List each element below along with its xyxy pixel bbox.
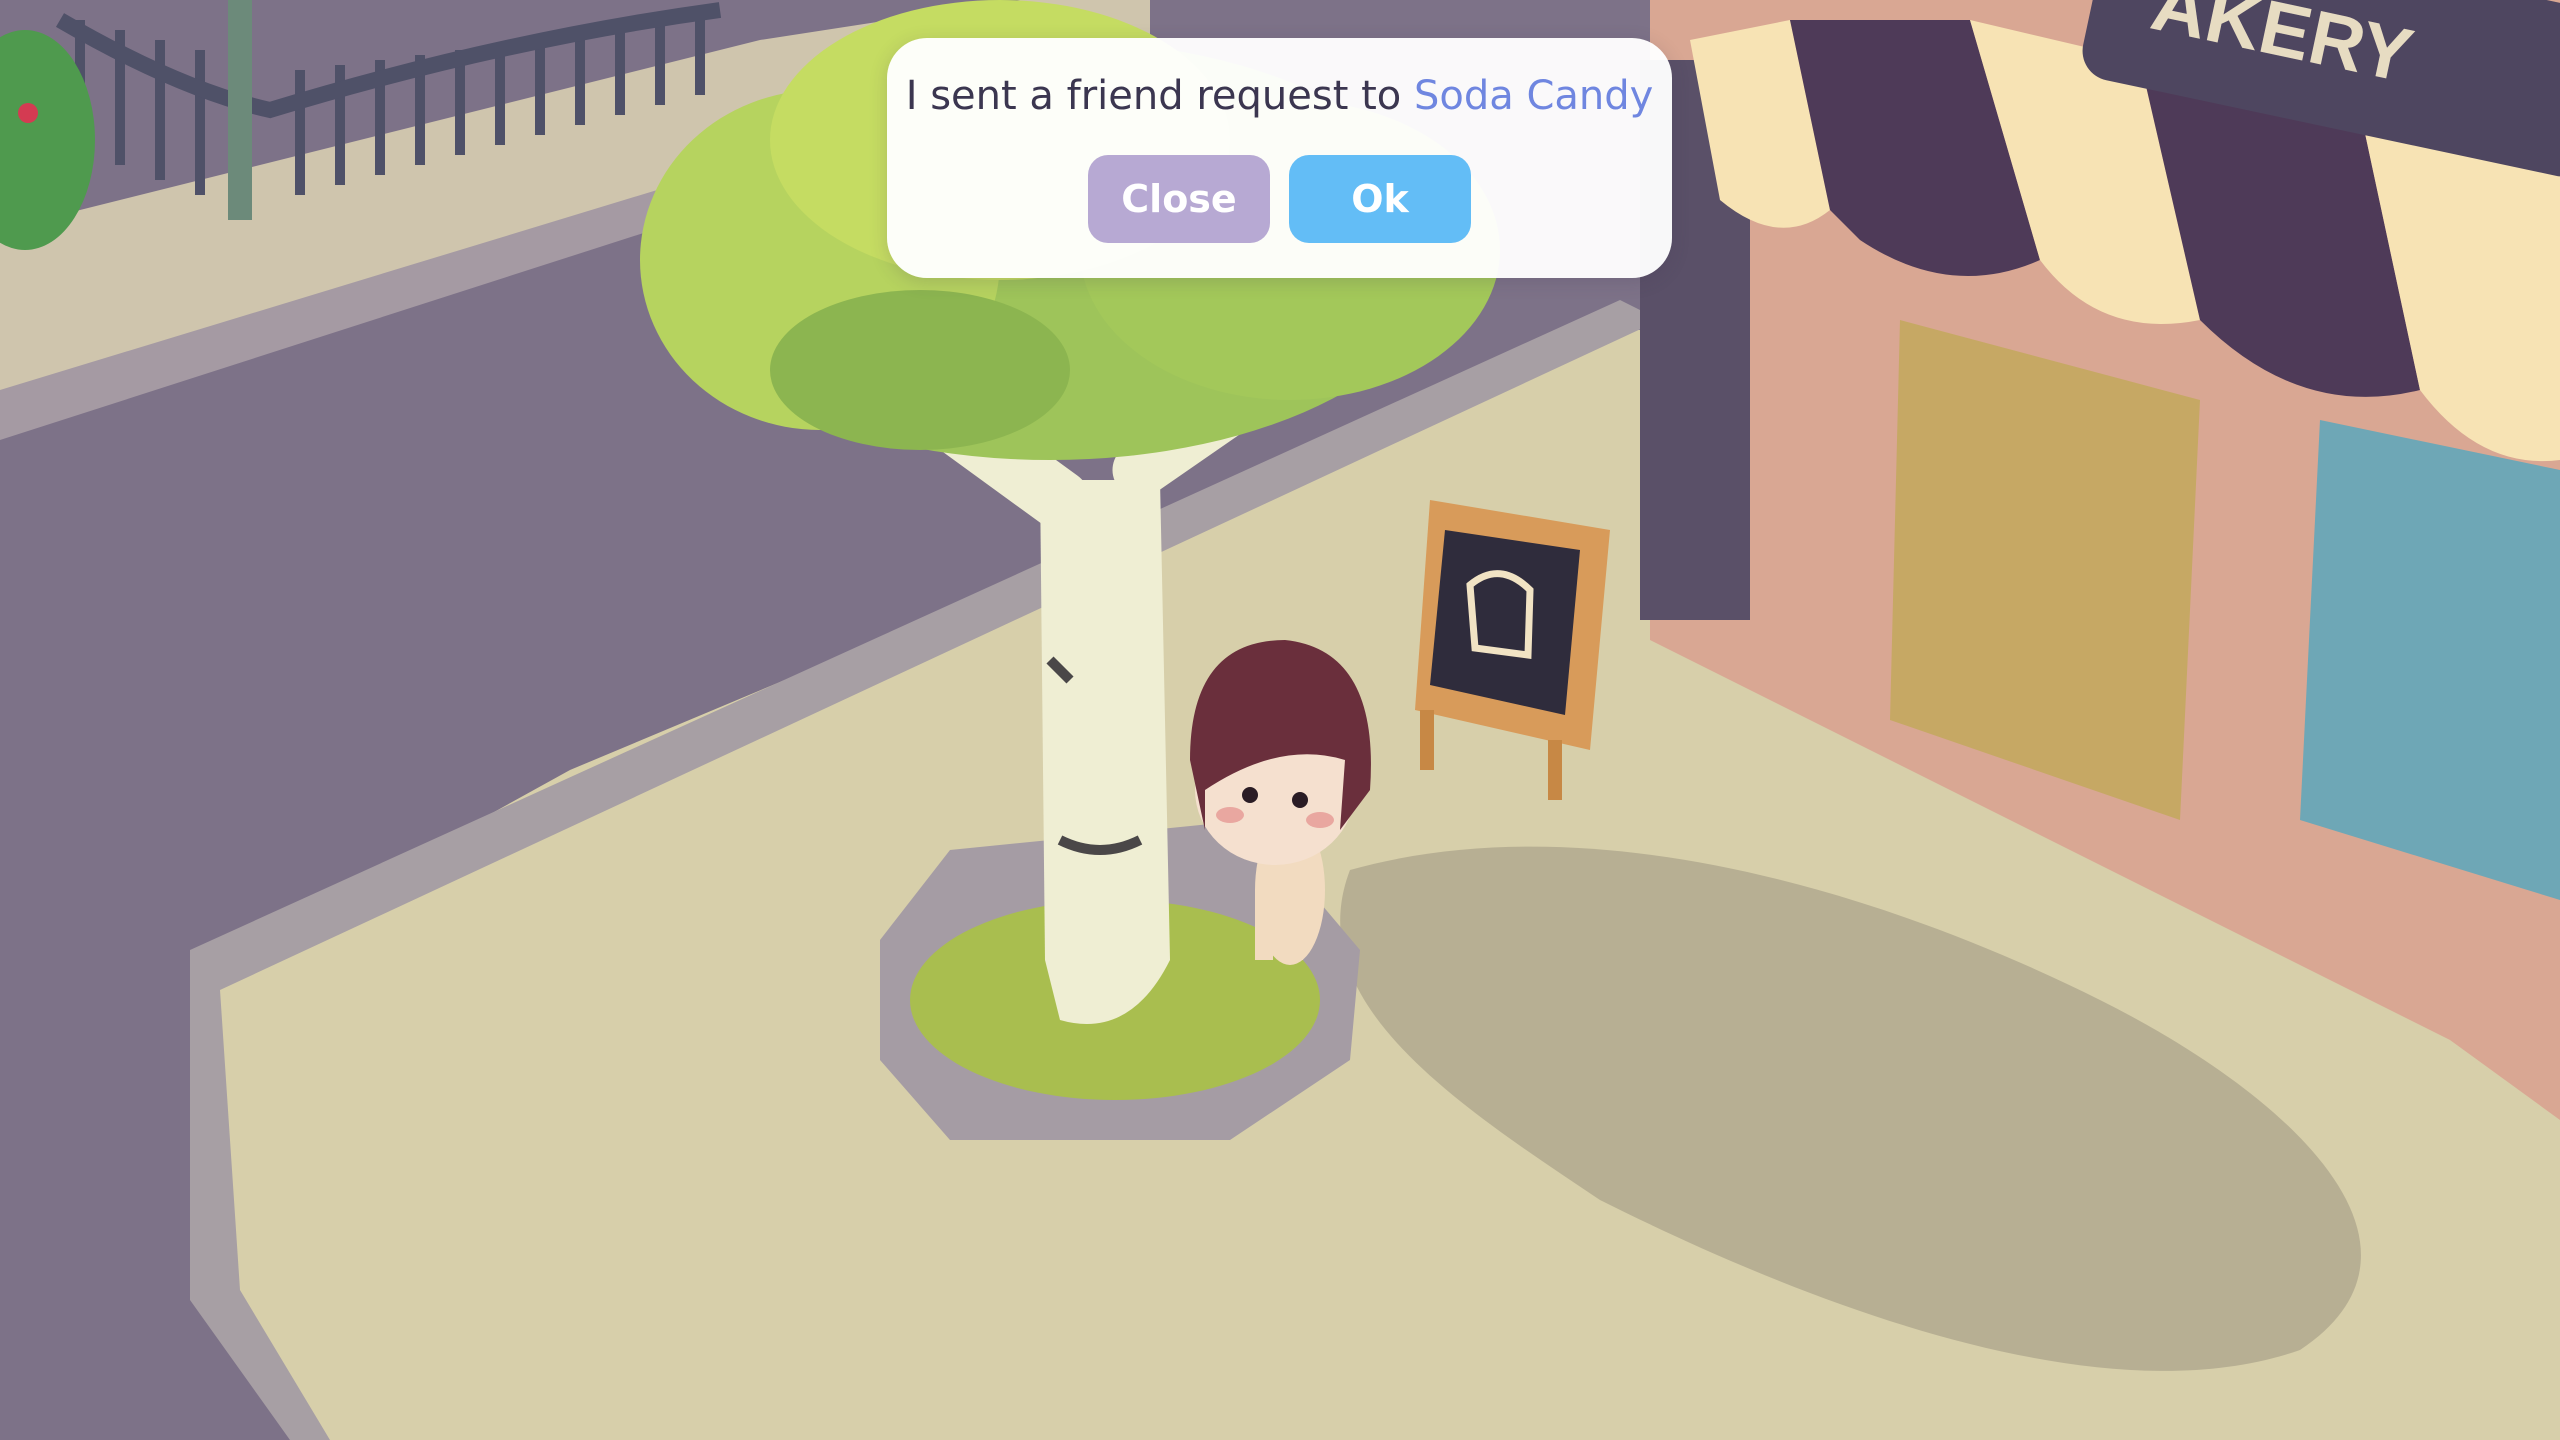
friend-request-dialog: I sent a friend request to Soda Candy Cl… (887, 38, 1672, 278)
bakery-window (2300, 420, 2560, 900)
friend-name: Soda Candy (1413, 73, 1654, 119)
ok-button[interactable]: Ok (1289, 155, 1471, 243)
close-button[interactable]: Close (1088, 155, 1270, 243)
tree-trunk (1040, 480, 1170, 1024)
lamp-post (228, 0, 252, 220)
dialog-message: I sent a friend request to Soda Candy (887, 68, 1672, 124)
dialog-message-prefix: I sent a friend request to (905, 73, 1414, 119)
